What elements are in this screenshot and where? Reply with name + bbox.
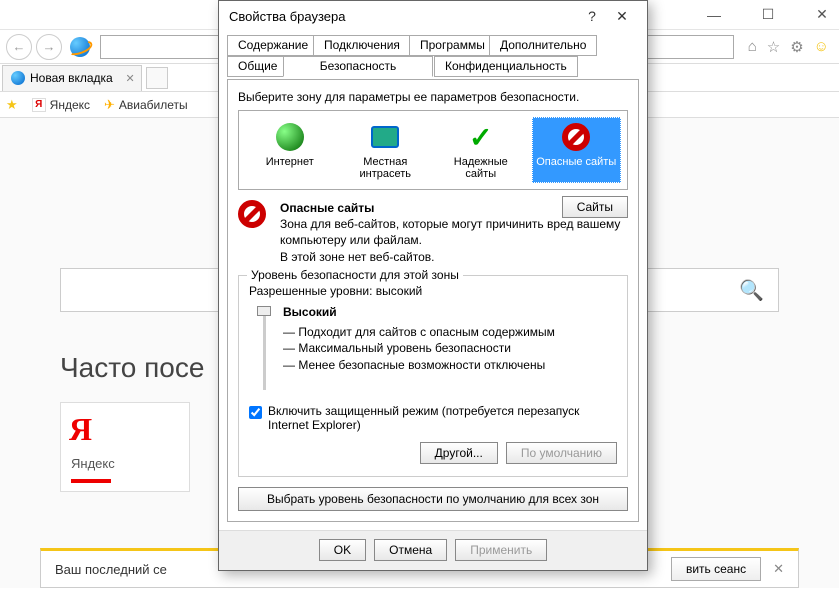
zone-selector: Интернет Местная интрасеть ✓ Надежные са… bbox=[238, 110, 628, 190]
smiley-icon[interactable]: ☺ bbox=[814, 38, 829, 56]
new-tab-button[interactable] bbox=[146, 67, 168, 89]
restore-session-button[interactable]: вить сеанс bbox=[671, 557, 761, 581]
tab-programs[interactable]: Программы bbox=[409, 35, 496, 56]
no-entry-icon bbox=[562, 123, 590, 151]
level-name: Высокий bbox=[283, 304, 617, 321]
zone-site-count: В этой зоне нет веб-сайтов. bbox=[280, 250, 434, 264]
tab-content[interactable]: Содержание bbox=[227, 35, 319, 56]
security-level-group-title: Уровень безопасности для этой зоны bbox=[247, 268, 463, 282]
favorites-icon[interactable]: ☆ bbox=[767, 38, 780, 56]
yandex-icon: Я bbox=[32, 98, 46, 112]
tab-security[interactable]: Безопасность bbox=[283, 56, 433, 77]
dialog-help-icon[interactable]: ? bbox=[577, 8, 607, 24]
dialog-tabs: Содержание Подключения Программы Дополни… bbox=[227, 35, 639, 79]
tile-yandex[interactable]: Я Яндекс bbox=[60, 402, 190, 492]
tab-close-icon[interactable]: ✕ bbox=[126, 72, 135, 85]
security-level-slider[interactable] bbox=[255, 304, 273, 394]
plane-icon: ✈ bbox=[104, 97, 115, 113]
forward-button[interactable]: → bbox=[36, 34, 62, 60]
browser-tab[interactable]: Новая вкладка ✕ bbox=[2, 65, 142, 91]
tab-privacy[interactable]: Конфиденциальность bbox=[434, 56, 578, 77]
globe-icon bbox=[276, 123, 304, 151]
zone-trusted[interactable]: ✓ Надежные сайты bbox=[436, 117, 526, 183]
tab-title: Новая вкладка bbox=[30, 71, 113, 85]
slider-thumb[interactable] bbox=[257, 306, 271, 316]
checkmark-icon: ✓ bbox=[469, 121, 492, 154]
cancel-button[interactable]: Отмена bbox=[374, 539, 447, 561]
window-close[interactable] bbox=[807, 6, 837, 23]
settings-gear-icon[interactable]: ⚙ bbox=[790, 38, 803, 56]
default-level-button: По умолчанию bbox=[506, 442, 617, 464]
bookmark-yandex[interactable]: ЯЯндекс bbox=[32, 98, 90, 112]
protected-mode-label: Включить защищенный режим (потребуется п… bbox=[268, 404, 617, 432]
window-maximize[interactable] bbox=[753, 6, 783, 23]
allowed-levels-text: Разрешенные уровни: высокий bbox=[249, 284, 617, 298]
home-icon[interactable]: ⌂ bbox=[748, 38, 757, 56]
dialog-close-icon[interactable]: ✕ bbox=[607, 8, 637, 25]
apply-button: Применить bbox=[455, 539, 547, 561]
yandex-logo-icon: Я bbox=[69, 411, 181, 448]
zone-description: Зона для веб-сайтов, которые могут причи… bbox=[280, 217, 620, 247]
ok-button[interactable]: OK bbox=[319, 539, 366, 561]
internet-options-dialog: Свойства браузера ? ✕ Содержание Подключ… bbox=[218, 0, 648, 571]
zone-internet[interactable]: Интернет bbox=[245, 117, 335, 183]
zone-intranet[interactable]: Местная интрасеть bbox=[341, 117, 431, 183]
star-icon: ★ bbox=[6, 97, 18, 113]
zone-restricted[interactable]: Опасные сайты bbox=[532, 117, 622, 183]
monitor-icon bbox=[371, 126, 399, 148]
bookmark-aviabilety[interactable]: ✈Авиабилеты bbox=[104, 97, 188, 113]
notification-close-icon[interactable]: ✕ bbox=[773, 561, 784, 577]
tab-general[interactable]: Общие bbox=[227, 56, 288, 77]
custom-level-button[interactable]: Другой... bbox=[420, 442, 498, 464]
zone-prompt: Выберите зону для параметры ее параметро… bbox=[238, 90, 628, 104]
tile-accent-bar bbox=[71, 479, 111, 483]
protected-mode-checkbox[interactable] bbox=[249, 406, 262, 419]
protected-mode-row[interactable]: Включить защищенный режим (потребуется п… bbox=[249, 404, 617, 432]
zone-name: Опасные сайты bbox=[280, 201, 374, 215]
tab-connections[interactable]: Подключения bbox=[313, 35, 411, 56]
window-minimize[interactable] bbox=[699, 7, 729, 23]
back-button[interactable]: ← bbox=[6, 34, 32, 60]
tab-advanced[interactable]: Дополнительно bbox=[489, 35, 597, 56]
ie-logo-icon bbox=[70, 37, 90, 57]
sites-button[interactable]: Сайты bbox=[562, 196, 628, 218]
dialog-title: Свойства браузера bbox=[229, 9, 577, 24]
search-icon[interactable]: 🔍 bbox=[739, 278, 764, 303]
ie-favicon-icon bbox=[11, 71, 25, 85]
add-bookmark[interactable]: ★ bbox=[6, 97, 18, 113]
no-entry-icon bbox=[238, 200, 266, 228]
reset-all-zones-button[interactable]: Выбрать уровень безопасности по умолчани… bbox=[238, 487, 628, 511]
